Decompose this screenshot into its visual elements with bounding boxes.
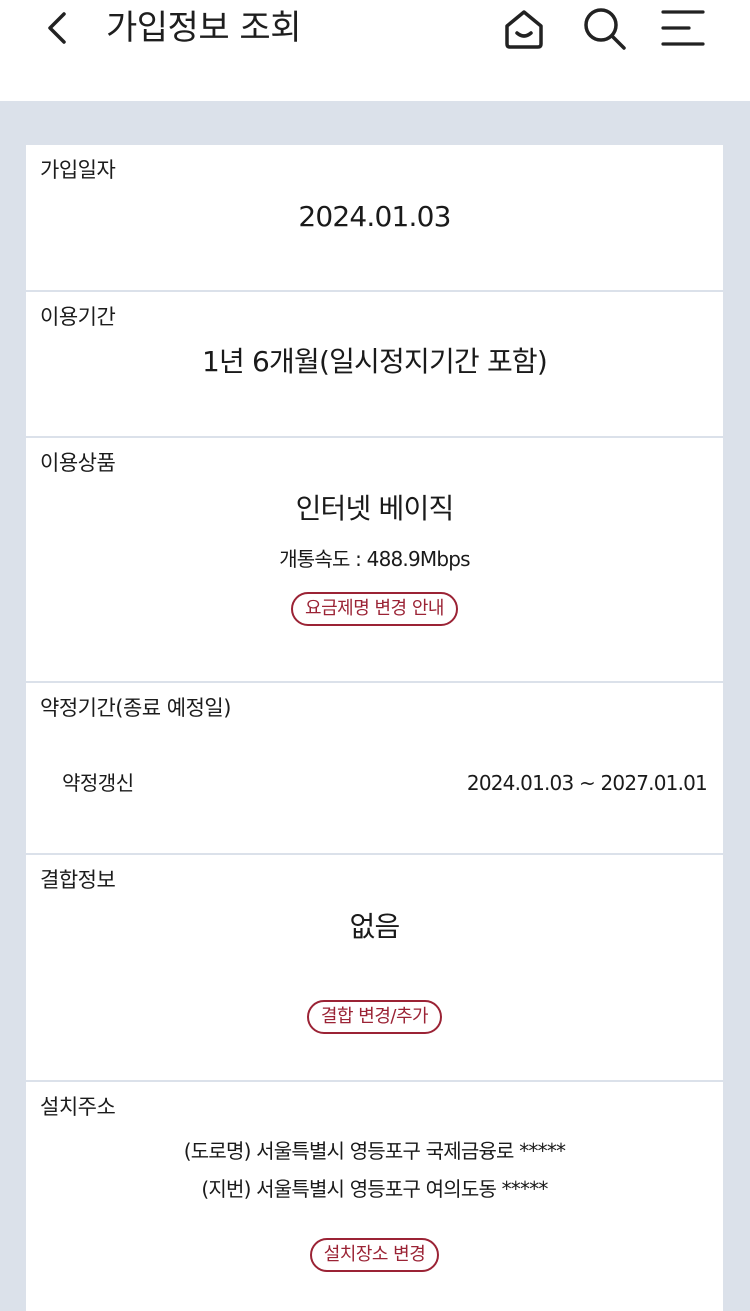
join-date-value: 2024.01.03: [298, 200, 451, 233]
product-card: 이용상품 인터넷 베이직 개통속도 : 488.9Mbps 요금제명 변경 안내: [26, 438, 723, 681]
usage-period-label: 이용기간: [40, 305, 116, 329]
usage-period-value: 1년 6개월(일시정지기간 포함): [201, 345, 548, 378]
contract-card: 약정기간(종료 예정일) 약정갱신 2024.01.03 ~ 2027.01.0…: [26, 683, 723, 853]
menu-button[interactable]: [658, 4, 706, 52]
page-title: 가입정보 조회: [106, 8, 302, 48]
home-button[interactable]: [500, 4, 548, 52]
address-card: 설치주소 (도로명) 서울특별시 영등포구 국제금융로 ***** (지번) 서…: [26, 1082, 723, 1311]
bundle-value: 없음: [349, 910, 401, 943]
bundle-label: 결합정보: [40, 868, 116, 892]
join-date-label: 가입일자: [40, 158, 116, 182]
app-header: 가입정보 조회: [0, 0, 750, 101]
chevron-left-icon: [48, 12, 66, 44]
back-button[interactable]: [36, 6, 80, 50]
contract-label: 약정기간(종료 예정일): [40, 696, 231, 720]
home-icon: [505, 10, 543, 49]
search-icon: [584, 8, 626, 50]
product-label: 이용상품: [40, 451, 116, 475]
lot-address: (지번) 서울특별시 영등포구 여의도동 *****: [201, 1177, 548, 1201]
activation-speed: 개통속도 : 488.9Mbps: [279, 547, 470, 571]
menu-icon: [661, 10, 705, 46]
search-button[interactable]: [580, 4, 628, 52]
bundle-change-button[interactable]: 결합 변경/추가: [306, 1000, 443, 1034]
road-address: (도로명) 서울특별시 영등포구 국제금융로 *****: [183, 1139, 566, 1163]
product-name: 인터넷 베이직: [295, 492, 455, 525]
usage-period-card: 이용기간 1년 6개월(일시정지기간 포함): [26, 292, 723, 436]
join-date-card: 가입일자 2024.01.03: [26, 145, 723, 290]
plan-name-change-button[interactable]: 요금제명 변경 안내: [291, 592, 458, 626]
contract-renewal-label: 약정갱신: [62, 771, 134, 795]
address-label: 설치주소: [40, 1095, 116, 1119]
bundle-card: 결합정보 없음 결합 변경/추가: [26, 855, 723, 1080]
install-location-change-button[interactable]: 설치장소 변경: [309, 1238, 440, 1272]
contract-period-value: 2024.01.03 ~ 2027.01.01: [466, 771, 708, 795]
